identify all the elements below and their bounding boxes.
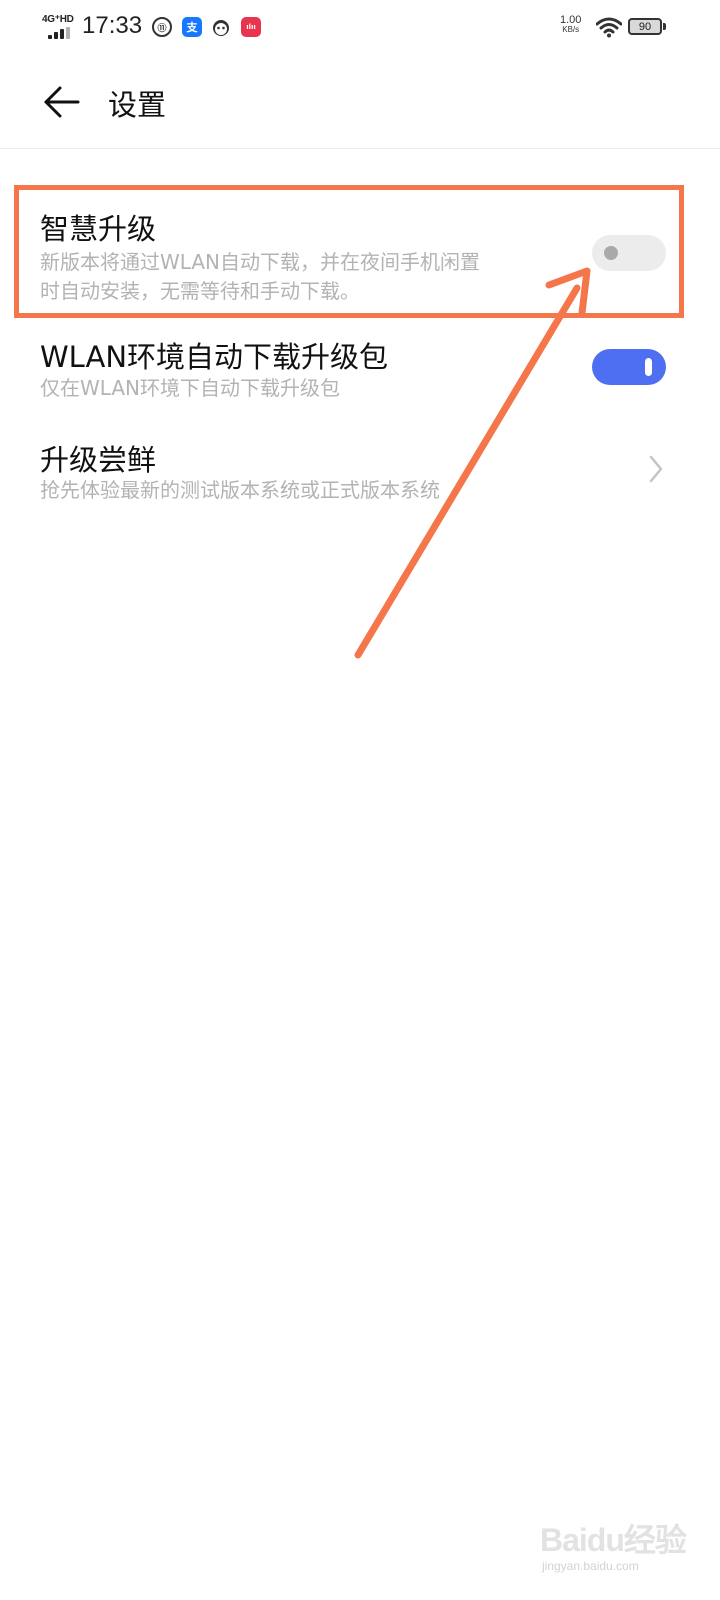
unicom-icon: ⑪ xyxy=(152,17,172,37)
page-title: 设置 xyxy=(108,88,167,122)
header: 设置 xyxy=(0,56,720,149)
watermark-url: jingyan.baidu.com xyxy=(542,1559,639,1573)
toggle-knob xyxy=(645,358,652,376)
battery-icon: 90 xyxy=(628,18,662,35)
cartoon-face-icon xyxy=(211,17,231,37)
status-bar: 4G⁺HD 17:33 ⑪ 支 ılıı 1.00 KB/s 90 xyxy=(0,0,720,56)
setting-row-beta-upgrade[interactable]: 升级尝鲜 抢先体验最新的测试版本系统或正式版本系统 xyxy=(0,425,720,515)
back-button[interactable] xyxy=(36,78,88,126)
setting-description: 仅在WLAN环境下自动下载升级包 xyxy=(40,376,341,400)
setting-title: WLAN环境自动下载升级包 xyxy=(40,340,389,374)
chevron-right-icon xyxy=(649,455,663,483)
battery-tip xyxy=(663,23,666,30)
red-app-icon: ılıı xyxy=(241,17,261,37)
speed-unit: KB/s xyxy=(562,25,580,34)
toggle-knob xyxy=(604,246,618,260)
wifi-icon xyxy=(596,17,622,38)
smart-upgrade-toggle[interactable] xyxy=(592,235,666,271)
battery-level: 90 xyxy=(638,20,652,33)
network-type-label: 4G⁺HD xyxy=(42,14,74,25)
watermark: Baidu经验 jingyan.baidu.com xyxy=(540,1515,700,1585)
alipay-icon: 支 xyxy=(182,17,202,37)
setting-row-wlan-download[interactable]: WLAN环境自动下载升级包 仅在WLAN环境下自动下载升级包 xyxy=(0,322,720,412)
back-arrow-icon xyxy=(44,86,80,118)
setting-title: 智慧升级 xyxy=(40,212,157,246)
speed-value: 1.00 xyxy=(560,14,582,26)
setting-description-line2: 时自动安装，无需等待和手动下载。 xyxy=(40,279,360,303)
setting-description-line1: 新版本将通过WLAN自动下载，并在夜间手机闲置 xyxy=(40,250,481,274)
wlan-download-toggle[interactable] xyxy=(592,349,666,385)
setting-row-smart-upgrade[interactable]: 智慧升级 新版本将通过WLAN自动下载，并在夜间手机闲置 时自动安装，无需等待和… xyxy=(0,190,720,318)
setting-title: 升级尝鲜 xyxy=(40,443,157,477)
clock: 17:33 xyxy=(82,12,143,39)
setting-description: 抢先体验最新的测试版本系统或正式版本系统 xyxy=(40,478,440,502)
watermark-logo: Baidu经验 xyxy=(540,1522,687,1558)
signal-icon xyxy=(48,27,70,39)
network-speed: 1.00 KB/s xyxy=(560,15,581,35)
